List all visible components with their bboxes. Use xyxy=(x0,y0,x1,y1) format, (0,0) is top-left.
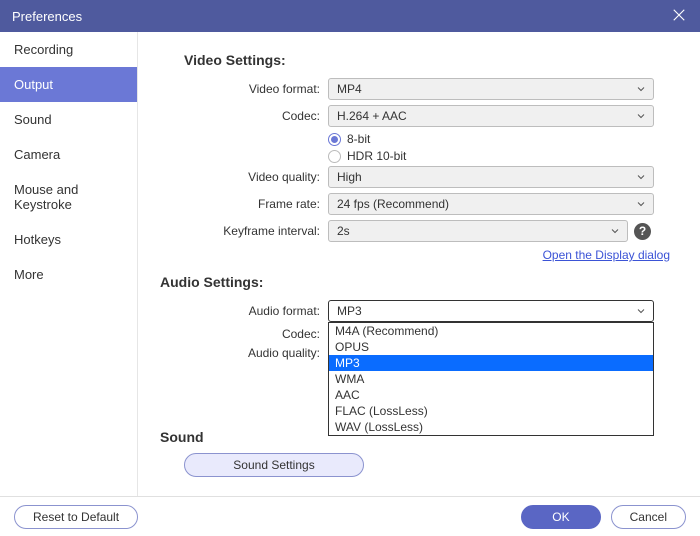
sidebar: Recording Output Sound Camera Mouse and … xyxy=(0,32,138,496)
help-icon[interactable]: ? xyxy=(634,223,651,240)
audio-format-label: Audio format: xyxy=(160,304,328,318)
radio-icon xyxy=(328,150,341,163)
radio-8bit[interactable]: 8-bit xyxy=(328,132,678,146)
sidebar-item-sound[interactable]: Sound xyxy=(0,102,137,137)
dropdown-option[interactable]: AAC xyxy=(329,387,653,403)
radio-icon xyxy=(328,133,341,146)
chevron-down-icon xyxy=(635,171,647,186)
dropdown-option[interactable]: FLAC (LossLess) xyxy=(329,403,653,419)
ok-button[interactable]: OK xyxy=(521,505,600,529)
close-icon[interactable] xyxy=(670,6,688,27)
sidebar-item-hotkeys[interactable]: Hotkeys xyxy=(0,222,137,257)
video-quality-label: Video quality: xyxy=(160,170,328,184)
audio-format-select[interactable]: MP3 xyxy=(328,300,654,322)
frame-rate-select[interactable]: 24 fps (Recommend) xyxy=(328,193,654,215)
sidebar-item-camera[interactable]: Camera xyxy=(0,137,137,172)
dropdown-option[interactable]: OPUS xyxy=(329,339,653,355)
audio-quality-label: Audio quality: xyxy=(160,346,328,360)
audio-settings-title: Audio Settings: xyxy=(160,274,678,290)
sound-settings-button[interactable]: Sound Settings xyxy=(184,453,364,477)
keyframe-label: Keyframe interval: xyxy=(160,224,328,238)
window-title: Preferences xyxy=(12,9,82,24)
cancel-button[interactable]: Cancel xyxy=(611,505,686,529)
keyframe-select[interactable]: 2s xyxy=(328,220,628,242)
video-settings-title: Video Settings: xyxy=(184,52,678,68)
sidebar-item-mouse-keystroke[interactable]: Mouse and Keystroke xyxy=(0,172,137,222)
reset-to-default-button[interactable]: Reset to Default xyxy=(14,505,138,529)
frame-rate-label: Frame rate: xyxy=(160,197,328,211)
content-panel: Video Settings: Video format: MP4 Codec:… xyxy=(138,32,700,496)
chevron-down-icon xyxy=(609,225,621,240)
chevron-down-icon xyxy=(635,83,647,98)
footer: Reset to Default OK Cancel xyxy=(0,496,700,536)
sidebar-item-recording[interactable]: Recording xyxy=(0,32,137,67)
radio-hdr-label: HDR 10-bit xyxy=(347,149,406,163)
video-format-select[interactable]: MP4 xyxy=(328,78,654,100)
chevron-down-icon xyxy=(635,305,647,320)
titlebar: Preferences xyxy=(0,0,700,32)
radio-8bit-label: 8-bit xyxy=(347,132,370,146)
chevron-down-icon xyxy=(635,198,647,213)
dropdown-option[interactable]: MP3 xyxy=(329,355,653,371)
dropdown-option[interactable]: M4A (Recommend) xyxy=(329,323,653,339)
audio-codec-label: Codec: xyxy=(160,327,328,341)
chevron-down-icon xyxy=(635,110,647,125)
sidebar-item-output[interactable]: Output xyxy=(0,67,137,102)
open-display-dialog-link[interactable]: Open the Display dialog xyxy=(543,248,670,262)
dropdown-option[interactable]: WAV (LossLess) xyxy=(329,419,653,435)
radio-hdr[interactable]: HDR 10-bit xyxy=(328,149,678,163)
video-codec-label: Codec: xyxy=(160,109,328,123)
video-format-label: Video format: xyxy=(160,82,328,96)
video-quality-select[interactable]: High xyxy=(328,166,654,188)
sidebar-item-more[interactable]: More xyxy=(0,257,137,292)
audio-format-dropdown: M4A (Recommend) OPUS MP3 WMA AAC FLAC (L… xyxy=(328,322,654,436)
video-codec-select[interactable]: H.264 + AAC xyxy=(328,105,654,127)
dropdown-option[interactable]: WMA xyxy=(329,371,653,387)
